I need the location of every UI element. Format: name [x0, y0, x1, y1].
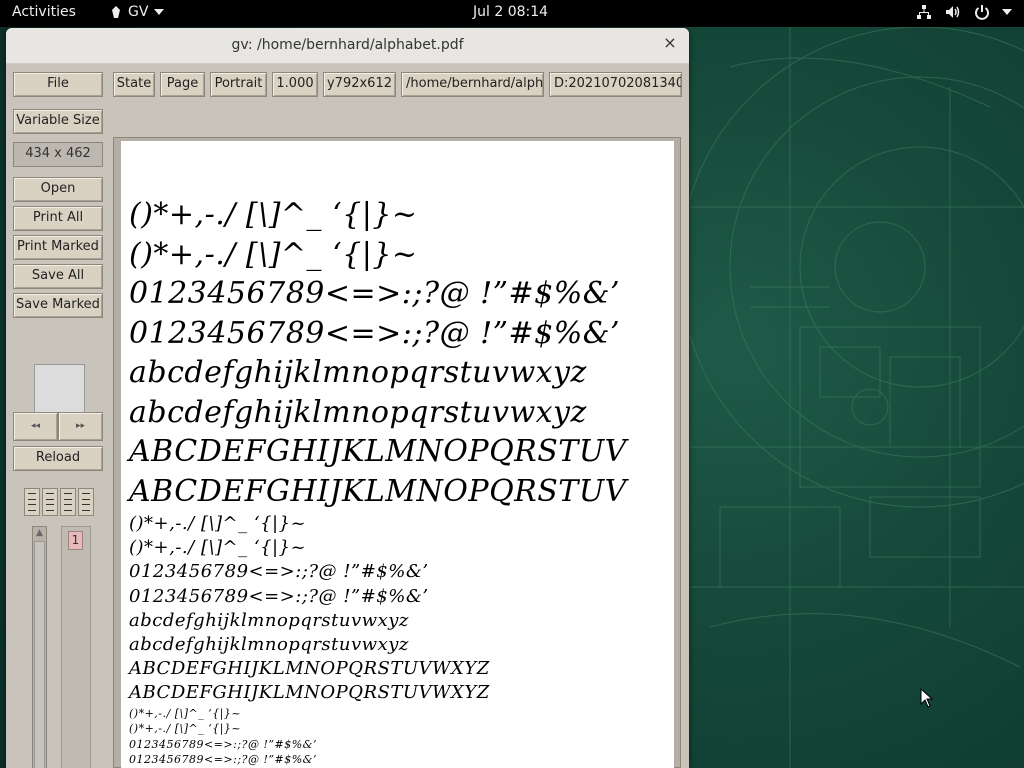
- scale-button[interactable]: 1.000: [272, 72, 318, 97]
- chevron-down-icon: [154, 9, 165, 15]
- gv-client-area: File Variable Size 434 x 462 Open Print …: [6, 64, 689, 768]
- toggle-mark-icon[interactable]: [60, 488, 76, 516]
- document-text-line: abcdefghijklmnopqrstuvwxyz: [129, 634, 409, 655]
- close-icon[interactable]: ×: [661, 34, 679, 52]
- print-all-button[interactable]: Print All: [13, 206, 103, 231]
- document-text-line: ()*+,-./ [\]^_ ‘{|}~: [129, 197, 418, 232]
- chevron-down-icon: [1002, 9, 1012, 15]
- document-text-line: abcdefghijklmnopqrstuvwxyz: [129, 394, 587, 430]
- mark-even-icon[interactable]: [42, 488, 58, 516]
- panner[interactable]: [34, 364, 85, 413]
- window-title: gv: /home/bernhard/alphabet.pdf: [231, 37, 464, 53]
- power-icon: [975, 5, 989, 20]
- network-icon: [917, 5, 931, 19]
- document-text-line: ABCDEFGHIJKLMNOPQRSTUV: [129, 434, 627, 469]
- page-button[interactable]: Page: [160, 72, 205, 97]
- page-list-item[interactable]: 1: [68, 531, 83, 550]
- document-text-line: ABCDEFGHIJKLMNOPQRSTUVWXYZ: [129, 658, 490, 680]
- document-text-line: abcdefghijklmnopqrstuvwxyz: [129, 355, 587, 390]
- document-text-line: 0123456789<=>:;?@ !”#$%&’: [129, 585, 429, 607]
- document-viewport[interactable]: ()*+,-./ [\]^_ ‘{|}~ ()*+,-./ [\]^_ ‘{|}~…: [113, 137, 681, 768]
- scroll-up-icon[interactable]: ▲: [34, 527, 45, 539]
- page-list[interactable]: 1: [61, 526, 91, 768]
- size-display: 434 x 462: [13, 142, 103, 167]
- mouse-cursor-icon: [920, 688, 934, 708]
- next-page-button[interactable]: ▸▸: [58, 412, 103, 441]
- system-menu[interactable]: [916, 4, 1012, 20]
- reload-button[interactable]: Reload: [13, 446, 103, 471]
- volume-icon: [946, 6, 960, 18]
- document-text-line: ABCDEFGHIJKLMNOPQRSTUV: [129, 473, 627, 509]
- file-path-field[interactable]: /home/bernhard/alphabet.pdf: [401, 72, 544, 97]
- blueprint-wallpaper: [690, 27, 1024, 768]
- variable-size-button[interactable]: Variable Size: [13, 109, 103, 134]
- unmark-all-icon[interactable]: [78, 488, 94, 516]
- clock[interactable]: Jul 2 08:14: [473, 4, 548, 20]
- document-text-line: ()*+,-./ [\]^_ ‘{|}~: [129, 513, 307, 534]
- gv-window: gv: /home/bernhard/alphabet.pdf × File V…: [6, 28, 689, 768]
- mark-buttons: [24, 488, 94, 516]
- save-all-button[interactable]: Save All: [13, 264, 103, 289]
- document-text-line: 0123456789<=>:;?@ !”#$%&’: [129, 561, 429, 583]
- pdf-page: ()*+,-./ [\]^_ ‘{|}~ ()*+,-./ [\]^_ ‘{|}~…: [121, 141, 674, 768]
- document-text-line: ()*+,-./ [\]^_ ‘{|}~: [129, 236, 418, 272]
- app-name: GV: [128, 4, 149, 20]
- state-button[interactable]: State: [113, 72, 155, 97]
- file-button[interactable]: File: [13, 72, 103, 97]
- document-text-line: 0123456789<=>:;?@ !”#$%&’: [129, 737, 317, 751]
- document-text-line: abcdefghijklmnopqrstuvwxyz: [129, 609, 409, 631]
- app-menu[interactable]: GV: [110, 4, 165, 20]
- app-icon: [112, 6, 120, 18]
- print-marked-button[interactable]: Print Marked: [13, 235, 103, 260]
- document-text-line: 0123456789<=>:;?@ !”#$%&’: [129, 315, 620, 351]
- mark-odd-icon[interactable]: [24, 488, 40, 516]
- date-field[interactable]: D:20210702081340: [549, 72, 682, 97]
- previous-page-button[interactable]: ◂◂: [13, 412, 58, 441]
- document-text-line: ()*+,-./ [\]^_ ‘{|}~: [129, 537, 307, 559]
- orientation-button[interactable]: Portrait: [210, 72, 267, 97]
- document-text-line: ()*+,-./ [\]^_ ‘{|}~: [129, 722, 242, 736]
- document-text-line: 0123456789<=>:;?@ !”#$%&’: [129, 276, 620, 311]
- open-button[interactable]: Open: [13, 177, 103, 202]
- activities-button[interactable]: Activities: [12, 4, 76, 20]
- save-marked-button[interactable]: Save Marked: [13, 293, 103, 318]
- top-bar: Activities GV Jul 2 08:14: [0, 0, 1024, 27]
- document-text-line: ()*+,-./ [\]^_ ‘{|}~: [129, 706, 242, 720]
- document-text-line: ABCDEFGHIJKLMNOPQRSTUVWXYZ: [129, 682, 490, 704]
- media-button[interactable]: y792x612: [323, 72, 396, 97]
- scrollbar-thumb[interactable]: [34, 541, 45, 768]
- window-titlebar[interactable]: gv: /home/bernhard/alphabet.pdf ×: [6, 28, 689, 64]
- document-text-line: 0123456789<=>:;?@ !”#$%&’: [129, 753, 317, 767]
- page-list-scrollbar[interactable]: ▲ ▼: [32, 526, 47, 768]
